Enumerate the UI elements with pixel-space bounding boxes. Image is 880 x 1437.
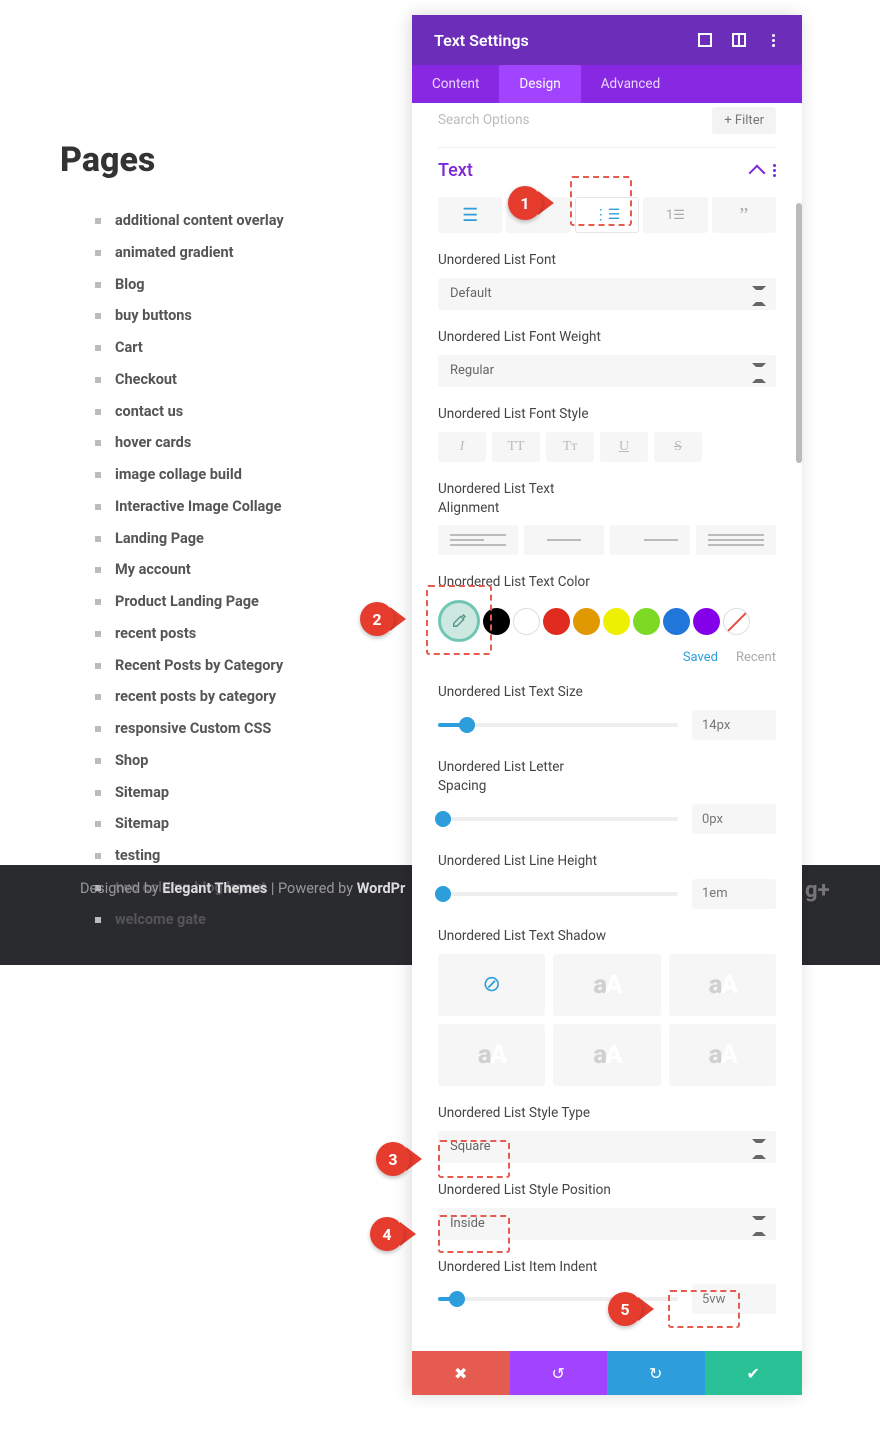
list-item: Sitemap bbox=[115, 813, 400, 835]
weight-field: Unordered List Font Weight Regular bbox=[438, 328, 776, 387]
list-item: welcome gate bbox=[115, 909, 400, 931]
save-button[interactable]: ✔ bbox=[705, 1351, 803, 1395]
list-item: Blog bbox=[115, 274, 400, 296]
shadow-preset-1[interactable]: aA bbox=[553, 954, 660, 1016]
shadow-none-button[interactable]: ⊘ bbox=[438, 954, 545, 1016]
shadow-field: Unordered List Text Shadow ⊘ aA aA aA aA… bbox=[438, 927, 776, 1086]
font-select[interactable]: Default bbox=[438, 278, 776, 310]
redo-button[interactable]: ↻ bbox=[607, 1351, 705, 1395]
italic-button[interactable]: I bbox=[438, 432, 486, 462]
spacing-slider[interactable] bbox=[438, 817, 678, 821]
panel-tabs: Content Design Advanced bbox=[412, 65, 802, 103]
swatch-orange[interactable] bbox=[573, 608, 600, 635]
columns-icon[interactable] bbox=[732, 33, 746, 47]
callout-1: 1 bbox=[508, 186, 554, 220]
panel-header: Text Settings bbox=[412, 15, 802, 65]
align-justify-button[interactable] bbox=[696, 525, 776, 555]
font-field: Unordered List Font Default bbox=[438, 251, 776, 310]
list-item: Cart bbox=[115, 337, 400, 359]
footer-platform-link[interactable]: WordPr bbox=[357, 880, 406, 897]
footer: Designed by Elegant Themes | Powered by … bbox=[80, 880, 405, 897]
tab-content[interactable]: Content bbox=[412, 65, 499, 103]
swatch-clear[interactable] bbox=[723, 608, 750, 635]
callout-5: 5 bbox=[608, 1292, 654, 1326]
social-gplus-icon[interactable]: g+ bbox=[805, 878, 830, 903]
list-item: buy buttons bbox=[115, 305, 400, 327]
strikethrough-button[interactable]: S bbox=[654, 432, 702, 462]
lineheight-value[interactable]: 1em bbox=[692, 879, 776, 909]
shadow-preset-3[interactable]: aA bbox=[438, 1024, 545, 1086]
section-menu-icon[interactable] bbox=[773, 164, 776, 177]
filter-button[interactable]: + Filter bbox=[712, 107, 776, 134]
list-item: image collage build bbox=[115, 464, 400, 486]
cancel-button[interactable]: ✖ bbox=[412, 1351, 510, 1395]
shadow-preset-2[interactable]: aA bbox=[669, 954, 776, 1016]
pages-list: additional content overlay animated grad… bbox=[60, 210, 400, 930]
undo-button[interactable]: ↺ bbox=[510, 1351, 608, 1395]
list-item: Interactive Image Collage bbox=[115, 496, 400, 518]
section-title: Text bbox=[438, 160, 473, 181]
shadow-preset-5[interactable]: aA bbox=[669, 1024, 776, 1086]
expand-icon[interactable] bbox=[698, 33, 712, 47]
size-value[interactable]: 14px bbox=[692, 710, 776, 740]
list-item: Shop bbox=[115, 750, 400, 772]
callout-2: 2 bbox=[360, 602, 406, 636]
shadow-preset-4[interactable]: aA bbox=[553, 1024, 660, 1086]
size-field: Unordered List Text Size 14px bbox=[438, 683, 776, 740]
saved-colors-tab[interactable]: Saved bbox=[683, 650, 718, 665]
footer-theme-link[interactable]: Elegant Themes bbox=[162, 880, 267, 897]
panel-title: Text Settings bbox=[434, 31, 529, 50]
tab-advanced[interactable]: Advanced bbox=[581, 65, 681, 103]
list-item: testing bbox=[115, 845, 400, 867]
page-title: Pages bbox=[60, 140, 400, 180]
swatch-blue[interactable] bbox=[663, 608, 690, 635]
header-icons bbox=[698, 33, 780, 47]
list-item: Landing Page bbox=[115, 528, 400, 550]
list-item: Checkout bbox=[115, 369, 400, 391]
swatch-red[interactable] bbox=[543, 608, 570, 635]
page-content: Pages additional content overlay animate… bbox=[60, 140, 400, 940]
swatch-purple[interactable] bbox=[693, 608, 720, 635]
list-item: animated gradient bbox=[115, 242, 400, 264]
list-item: recent posts by category bbox=[115, 686, 400, 708]
tab-ol-icon[interactable]: 1☰ bbox=[643, 197, 707, 233]
uppercase-button[interactable]: TT bbox=[492, 432, 540, 462]
search-input[interactable]: Search Options bbox=[438, 112, 530, 128]
callout-3: 3 bbox=[376, 1142, 422, 1176]
align-center-button[interactable] bbox=[524, 525, 604, 555]
swatch-white[interactable] bbox=[513, 608, 540, 635]
swatch-yellow[interactable] bbox=[603, 608, 630, 635]
list-item: hover cards bbox=[115, 432, 400, 454]
tab-design[interactable]: Design bbox=[499, 65, 580, 103]
list-item: Sitemap bbox=[115, 782, 400, 804]
spacing-value[interactable]: 0px bbox=[692, 804, 776, 834]
list-item: Recent Posts by Category bbox=[115, 655, 400, 677]
smallcaps-button[interactable]: Tт bbox=[546, 432, 594, 462]
swatch-green[interactable] bbox=[633, 608, 660, 635]
align-field: Unordered List Text Alignment bbox=[438, 480, 776, 556]
list-item: additional content overlay bbox=[115, 210, 400, 232]
list-item: contact us bbox=[115, 401, 400, 423]
lineheight-slider[interactable] bbox=[438, 892, 678, 896]
tab-quote-icon[interactable]: ” bbox=[712, 197, 776, 233]
tab-paragraph-icon[interactable]: ☰ bbox=[438, 197, 502, 233]
size-slider[interactable] bbox=[438, 723, 678, 727]
list-item: Product Landing Page bbox=[115, 591, 400, 613]
align-right-button[interactable] bbox=[610, 525, 690, 555]
lineheight-field: Unordered List Line Height 1em bbox=[438, 852, 776, 909]
menu-dots-icon[interactable] bbox=[766, 33, 780, 47]
underline-button[interactable]: U bbox=[600, 432, 648, 462]
weight-select[interactable]: Regular bbox=[438, 355, 776, 387]
list-item: responsive Custom CSS bbox=[115, 718, 400, 740]
align-left-button[interactable] bbox=[438, 525, 518, 555]
footer-actions: ✖ ↺ ↻ ✔ bbox=[412, 1351, 802, 1395]
spacing-field: Unordered List Letter Spacing 0px bbox=[438, 758, 776, 834]
list-item: recent posts bbox=[115, 623, 400, 645]
recent-colors-tab[interactable]: Recent bbox=[736, 650, 776, 665]
callout-4: 4 bbox=[370, 1217, 416, 1251]
style-field: Unordered List Font Style I TT Tт U S bbox=[438, 405, 776, 462]
list-item: My account bbox=[115, 559, 400, 581]
scrollbar[interactable] bbox=[796, 203, 802, 463]
chevron-up-icon[interactable] bbox=[749, 164, 766, 181]
